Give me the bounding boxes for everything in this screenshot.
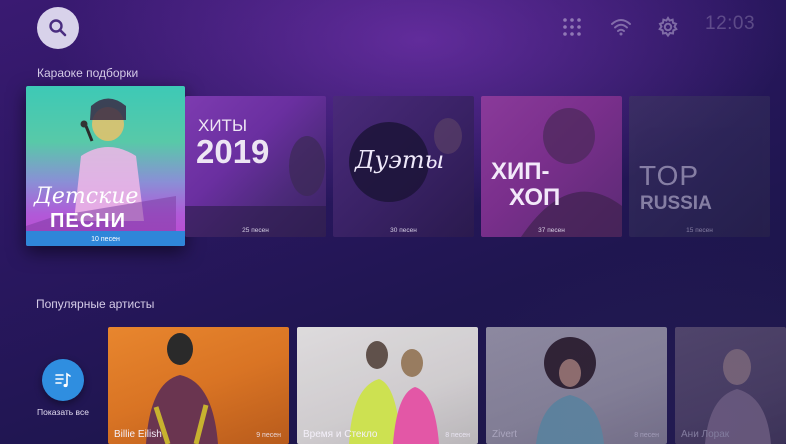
artist-photo [705,349,771,444]
artist-card-zivert[interactable]: Zivert 8 песен [486,327,667,444]
artist-name: Время и Стекло [303,429,378,440]
grid-icon [563,18,581,36]
artist-card-billie-eilish[interactable]: Billie Eilish 9 песен [108,327,289,444]
artist-card-ani-lorak[interactable]: Ани Лорак [675,327,786,444]
card-title-line1: Детские [34,184,139,209]
search-button[interactable] [37,7,79,49]
wifi-button[interactable] [609,14,633,40]
wifi-icon [611,19,631,36]
artist-song-count: 8 песен [634,432,659,439]
show-all-label: Показать все [37,407,89,417]
gear-icon [658,16,678,38]
karaoke-card-hiphop[interactable]: ХИП- ХОП 37 песен [481,96,622,237]
card-title-line2: RUSSIA [640,193,712,214]
card-dim-overlay [297,327,478,444]
karaoke-card-top-russia[interactable]: TOP RUSSIA 15 песен [629,96,770,237]
card-title-line2: ХОП [509,184,561,211]
search-icon [49,19,67,37]
artist-song-count: 8 песен [445,432,470,439]
card-count: 15 песен [686,227,713,234]
artist-song-count: 9 песен [256,432,281,439]
card-count: 10 песен [91,236,120,243]
card-title-line2: песни [50,210,126,230]
card-title-line1: Дуэты [355,146,445,174]
karaoke-card-duets[interactable]: Дуэты 30 песен [333,96,474,237]
card-count: 37 песен [538,227,565,234]
clock: 12:03 [705,13,756,34]
artist-photo [536,337,604,444]
card-title-line2: 2019 [196,133,270,170]
artist-name: Zivert [492,429,517,440]
settings-button[interactable] [656,14,680,40]
artist-name: Ани Лорак [681,429,730,440]
card-count: 25 песен [242,227,269,234]
card-title-line1: TOP [639,160,700,191]
karaoke-card-hits-2019[interactable]: ХИТЫ 2019 25 песен [185,96,326,237]
card-count: 30 песен [390,227,417,234]
artist-photo [146,333,218,444]
card-title-line1: ХИП- [491,158,550,185]
artist-name: Billie Eilish [114,429,162,440]
section-title-artists: Популярные артисты [36,297,155,311]
show-all-button[interactable] [42,359,84,401]
section-title-karaoke: Караоке подборки [37,66,139,80]
karaoke-card-kids[interactable]: Детские песни 10 песен [26,86,185,246]
apps-button[interactable] [561,14,583,40]
artist-card-vremya-i-steklo[interactable]: Время и Стекло 8 песен [297,327,478,444]
playlist-music-icon [55,372,71,388]
